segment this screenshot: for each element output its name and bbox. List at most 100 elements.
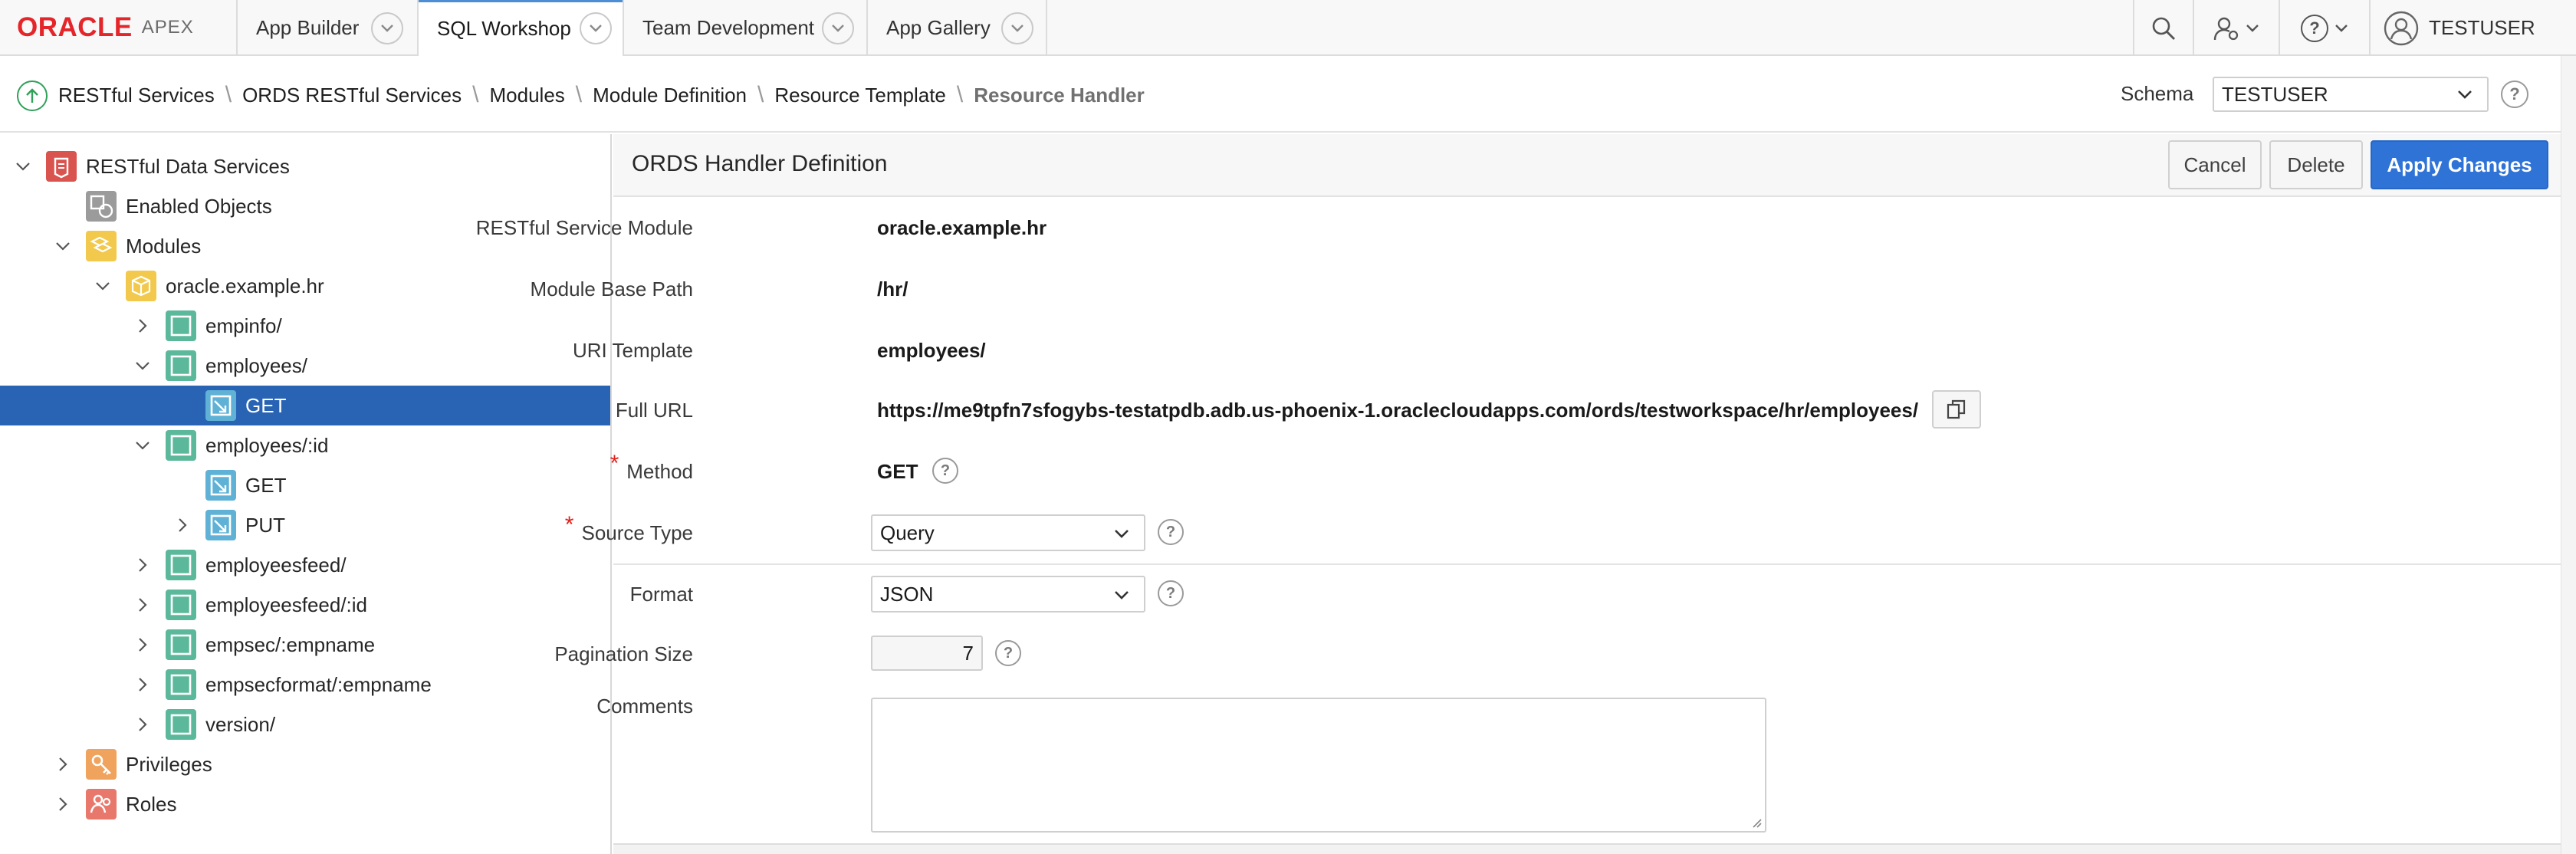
breadcrumb-separator: \	[757, 82, 764, 107]
required-indicator: *	[610, 451, 619, 476]
handler-icon	[205, 390, 236, 421]
search-icon	[2152, 17, 2175, 40]
schema-select[interactable]: TESTUSER	[2213, 77, 2489, 112]
tree-node[interactable]: employeesfeed/:id	[0, 585, 610, 625]
chevron-right-icon[interactable]	[132, 674, 153, 695]
tab-app-builder[interactable]: App Builder	[236, 0, 411, 56]
tree-node[interactable]: version/	[0, 705, 610, 744]
tree-node[interactable]: RESTful Data Services	[0, 146, 610, 186]
breadcrumb-separator: \	[472, 82, 479, 107]
breadcrumb-module-definition[interactable]: Module Definition	[593, 84, 747, 107]
tab-sql-workshop[interactable]: SQL Workshop	[417, 0, 623, 57]
navigate-up-button[interactable]	[17, 80, 48, 111]
chevron-right-icon[interactable]	[132, 714, 153, 735]
field-label: RESTful Service Module	[475, 215, 693, 239]
chevron-right-icon[interactable]	[132, 634, 153, 655]
chevron-down-icon	[1115, 591, 1129, 599]
schema-help-icon[interactable]: ?	[2501, 80, 2528, 108]
help-menu-button[interactable]: ?	[2279, 0, 2369, 56]
chevron-down-icon[interactable]	[132, 355, 153, 376]
arrow-up-icon	[26, 88, 38, 103]
breadcrumb-restful-services[interactable]: RESTful Services	[58, 84, 215, 107]
tree-node-label: Enabled Objects	[126, 194, 272, 218]
template-icon	[166, 350, 196, 381]
tree-node[interactable]: PUT	[0, 505, 610, 545]
tree-node-label: Modules	[126, 234, 202, 258]
tree-node[interactable]: GET	[0, 465, 610, 505]
chevron-down-icon[interactable]	[371, 12, 403, 44]
tree-node[interactable]: employeesfeed/	[0, 545, 610, 585]
chevron-down-icon	[2246, 24, 2259, 32]
tab-app-gallery[interactable]: App Gallery	[866, 0, 1047, 56]
method-label: Method	[626, 459, 693, 483]
user-menu-button[interactable]: TESTUSER	[2369, 0, 2561, 56]
field-label: Format	[629, 582, 693, 606]
format-help-icon[interactable]: ?	[1158, 580, 1184, 606]
oracle-apex-logo[interactable]: ORACLE APEX	[17, 12, 194, 43]
chevron-down-icon[interactable]	[132, 435, 153, 456]
user-admin-icon	[2213, 17, 2239, 40]
format-select[interactable]: JSON	[871, 576, 1145, 613]
comments-textarea[interactable]	[871, 698, 1766, 833]
cancel-button[interactable]: Cancel	[2168, 140, 2262, 189]
template-icon	[166, 709, 196, 740]
tree-node[interactable]: oracle.example.hr	[0, 266, 610, 306]
chevron-down-icon[interactable]	[12, 156, 34, 177]
chevron-right-icon[interactable]	[132, 554, 153, 576]
tree-node[interactable]: empinfo/	[0, 306, 610, 346]
tree-node-label: Roles	[126, 792, 177, 816]
chevron-down-icon[interactable]	[1001, 12, 1033, 44]
field-method: * Method GET ?	[610, 441, 2561, 502]
chevron-down-icon[interactable]	[52, 235, 74, 257]
chevron-right-icon[interactable]	[52, 793, 74, 815]
resize-handle-icon[interactable]	[1750, 816, 1762, 828]
tab-team-development-label: Team Development	[642, 16, 814, 39]
template-icon	[166, 430, 196, 461]
chevron-right-icon[interactable]	[172, 514, 193, 536]
chevron-right-icon[interactable]	[52, 754, 74, 775]
chevron-right-icon[interactable]	[132, 315, 153, 337]
copy-url-button[interactable]	[1932, 390, 1981, 429]
field-label: Comments	[596, 694, 693, 718]
apply-changes-button[interactable]: Apply Changes	[2371, 140, 2548, 189]
method-help-icon[interactable]: ?	[932, 458, 958, 484]
source-type-select[interactable]: Query	[871, 514, 1145, 551]
tree-node[interactable]: employees/:id	[0, 425, 610, 465]
pagination-help-icon[interactable]: ?	[995, 640, 1021, 666]
breadcrumb-resource-template[interactable]: Resource Template	[774, 84, 946, 107]
chevron-down-icon[interactable]	[822, 12, 854, 44]
field-pagination-size: Pagination Size 7 ?	[554, 623, 2561, 685]
tree-node-label: RESTful Data Services	[86, 154, 290, 178]
breadcrumb-ords-restful-services[interactable]: ORDS RESTful Services	[242, 84, 462, 107]
tree-node-label: empinfo/	[205, 314, 282, 337]
module-box-icon	[126, 271, 156, 301]
tree-node-label: empsec/:empname	[205, 632, 376, 656]
tree-node[interactable]: Roles	[0, 784, 610, 824]
tree-node[interactable]: employees/	[0, 346, 610, 386]
breadcrumb-separator: \	[225, 82, 232, 107]
tab-team-development[interactable]: Team Development	[623, 0, 866, 56]
breadcrumb-separator: \	[956, 82, 964, 107]
tree-node[interactable]: GET	[0, 386, 610, 425]
source-type-help-icon[interactable]: ?	[1158, 519, 1184, 545]
pagination-size-input[interactable]: 7	[871, 636, 983, 671]
tree-node[interactable]: Privileges	[0, 744, 610, 784]
field-label: Pagination Size	[554, 642, 693, 665]
handler-icon	[205, 470, 236, 501]
base-path-value: /hr/	[877, 277, 909, 301]
page-scrollbar[interactable]	[2561, 56, 2576, 854]
breadcrumb-separator: \	[575, 82, 583, 107]
tab-app-builder-label: App Builder	[256, 16, 360, 39]
search-button[interactable]	[2133, 0, 2193, 56]
handler-icon	[205, 510, 236, 540]
tree-node[interactable]: empsecformat/:empname	[0, 665, 610, 705]
chevron-down-icon[interactable]	[92, 275, 113, 297]
tree-node-label: PUT	[245, 513, 285, 537]
breadcrumb-modules[interactable]: Modules	[490, 84, 565, 107]
chevron-down-icon[interactable]	[580, 12, 612, 44]
tree-node[interactable]: empsec/:empname	[0, 625, 610, 665]
administration-menu-button[interactable]	[2193, 0, 2279, 56]
delete-button[interactable]: Delete	[2269, 140, 2363, 189]
full-url-value: https://me9tpfn7sfogybs-testatpdb.adb.us…	[877, 398, 1919, 422]
chevron-right-icon[interactable]	[132, 594, 153, 616]
